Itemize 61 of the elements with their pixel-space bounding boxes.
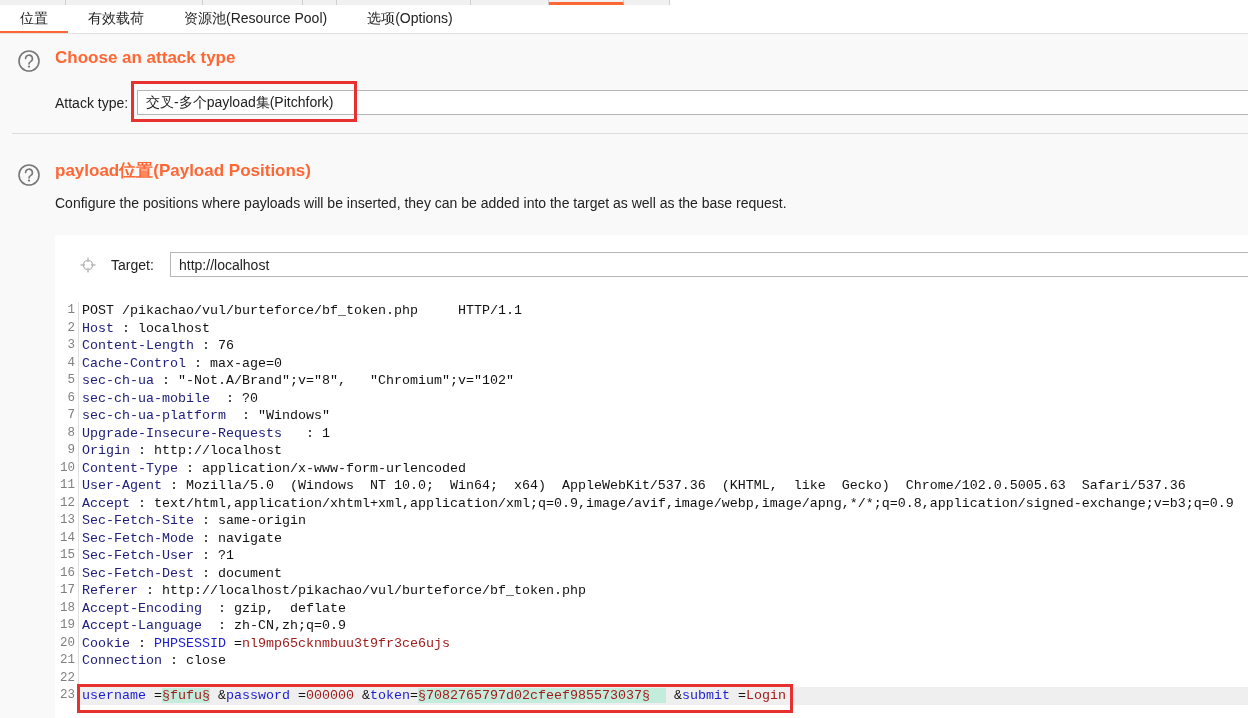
tab[interactable]: 选项(Options) (347, 5, 473, 33)
code-line: Content-Length : 76 (81, 337, 235, 355)
tab[interactable] (624, 0, 670, 5)
code-line: sec-ch-ua : "-Not.A/Brand";v="8", "Chromium";v="102" (81, 372, 515, 390)
target-field[interactable]: http://localhost (170, 252, 1248, 277)
line-number: 19 (55, 617, 79, 635)
help-icon[interactable] (18, 50, 40, 72)
tab[interactable]: 位置 (0, 5, 68, 33)
line-number: 21 (55, 652, 79, 670)
tab[interactable]: 资源池(Resource Pool) (164, 5, 348, 33)
line-number: 17 (55, 582, 79, 600)
code-line: Upgrade-Insecure-Requests : 1 (81, 424, 331, 442)
code-line: Sec-Fetch-User : ?1 (81, 547, 235, 565)
line-number: 22 (55, 669, 79, 687)
line-number: 2 (55, 319, 79, 337)
code-line: sec-ch-ua-platform : "Windows" (81, 407, 331, 425)
code-line: Content-Type : application/x-www-form-urlencoded (81, 459, 467, 477)
line-number: 7 (55, 407, 79, 425)
line-number: 13 (55, 512, 79, 530)
line-number: 23 (55, 687, 79, 705)
line-number: 10 (55, 459, 79, 477)
code-line: User-Agent : Mozilla/5.0 (Windows NT 10.0; Win64; x64) AppleWebKit/537.36 (KHTML, like Gecko) Chrome/102.0.5005.63 Safari/537.36 (81, 477, 1187, 495)
line-number: 15 (55, 547, 79, 565)
code-line: Cookie : PHPSESSID =nl9mp65cknmbuu3t9fr3ce6ujs (81, 634, 451, 652)
target-label: Target: (111, 256, 155, 273)
line-number: 9 (55, 442, 79, 460)
code-line: POST /pikachao/vul/burteforce/bf_token.php HTTP/1.1 (81, 302, 523, 320)
line-number: 3 (55, 337, 79, 355)
line-number: 12 (55, 494, 79, 512)
code-line: Sec-Fetch-Site : same-origin (81, 512, 307, 530)
tab[interactable] (549, 0, 624, 5)
line-number: 5 (55, 372, 79, 390)
code-line: Accept : text/html,application/xhtml+xml,application/xml;q=0.9,image/avif,image/webp,image/apng,*/*;q=0.8,application/signed-exchange;v=b3;q=0.9 (81, 494, 1235, 512)
code-line: Connection : close (81, 652, 227, 670)
line-number: 8 (55, 424, 79, 442)
section-description: Configure the positions where payloads will be inserted, they can be added into the target as well as the base request. (55, 195, 788, 212)
field-label: Attack type: (55, 94, 130, 111)
code-line: sec-ch-ua-mobile : ?0 (81, 389, 259, 407)
code-line: Sec-Fetch-Mode : navigate (81, 529, 283, 547)
code-line: Origin : http://localhost (81, 442, 283, 460)
code-line: Sec-Fetch-Dest : document (81, 564, 283, 582)
attack-type-dropdown[interactable]: 交叉-多个payload集(Pitchfork) (137, 90, 1248, 115)
line-number: 1 (55, 302, 79, 320)
code-line: Cache-Control : max-age=0 (81, 354, 283, 372)
code-line: Referer : http://localhost/pikachao/vul/burteforce/bf_token.php (81, 582, 587, 600)
help-icon[interactable] (18, 164, 40, 186)
tab[interactable] (303, 0, 337, 5)
line-number: 6 (55, 389, 79, 407)
line-number: 20 (55, 634, 79, 652)
line-number: 18 (55, 599, 79, 617)
line-number: 11 (55, 477, 79, 495)
tab[interactable]: 有效载荷 (68, 5, 164, 33)
section-title: Choose an attack type (55, 47, 236, 69)
line-number: 4 (55, 354, 79, 372)
code-line: Accept-Encoding : gzip, deflate (81, 599, 347, 617)
section-title: payload位置(Payload Positions) (55, 160, 311, 182)
crosshair-icon[interactable] (80, 256, 96, 273)
line-number: 14 (55, 529, 79, 547)
code-line: Host : localhost (81, 319, 211, 337)
line-number: 16 (55, 564, 79, 582)
code-line: Accept-Language : zh-CN,zh;q=0.9 (81, 617, 347, 635)
